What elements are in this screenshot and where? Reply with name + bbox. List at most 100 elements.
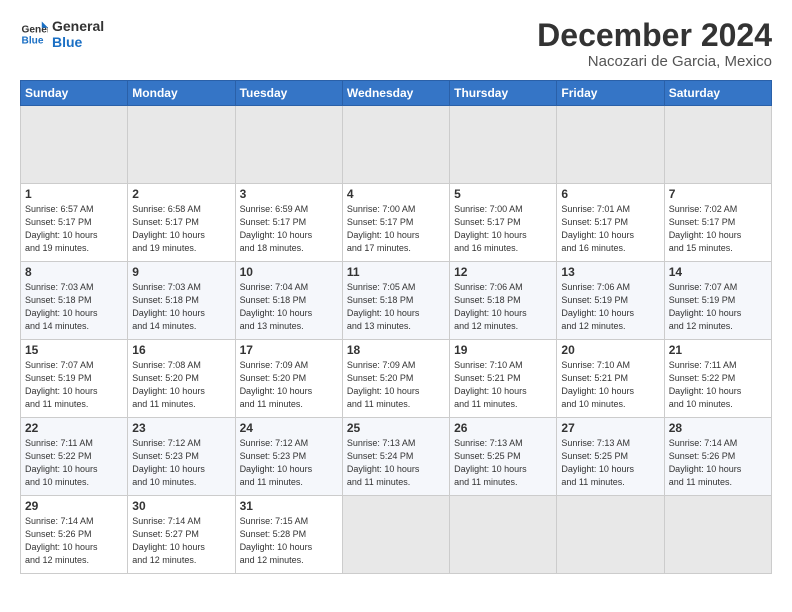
calendar-week-4: 22Sunrise: 7:11 AM Sunset: 5:22 PM Dayli…	[21, 418, 772, 496]
day-info: Sunrise: 7:09 AM Sunset: 5:20 PM Dayligh…	[347, 359, 445, 411]
day-info: Sunrise: 7:14 AM Sunset: 5:26 PM Dayligh…	[25, 515, 123, 567]
calendar-cell	[128, 106, 235, 184]
calendar-cell	[450, 496, 557, 574]
day-number: 13	[561, 265, 659, 279]
day-number: 27	[561, 421, 659, 435]
col-header-wednesday: Wednesday	[342, 81, 449, 106]
calendar-cell: 18 Sunrise: 7:09 AM Sunset: 5:20 PM Dayli…	[342, 340, 449, 418]
calendar-cell: 20 Sunrise: 7:10 AM Sunset: 5:21 PM Dayli…	[557, 340, 664, 418]
calendar-cell: 5 Sunrise: 7:00 AM Sunset: 5:17 PM Daylig…	[450, 184, 557, 262]
day-number: 29	[25, 499, 123, 513]
calendar-cell: 21Sunrise: 7:11 AM Sunset: 5:22 PM Dayli…	[664, 340, 771, 418]
calendar-cell: 6 Sunrise: 7:01 AM Sunset: 5:17 PM Daylig…	[557, 184, 664, 262]
calendar-cell: 31Sunrise: 7:15 AM Sunset: 5:28 PM Dayli…	[235, 496, 342, 574]
col-header-tuesday: Tuesday	[235, 81, 342, 106]
day-info: Sunrise: 7:02 AM Sunset: 5:17 PM Dayligh…	[669, 203, 767, 255]
day-number: 1	[25, 187, 123, 201]
day-info: Sunrise: 7:14 AM Sunset: 5:27 PM Dayligh…	[132, 515, 230, 567]
day-number: 14	[669, 265, 767, 279]
day-number: 26	[454, 421, 552, 435]
day-number: 16	[132, 343, 230, 357]
calendar-cell: 1Sunrise: 6:57 AM Sunset: 5:17 PM Daylig…	[21, 184, 128, 262]
day-number: 3	[240, 187, 338, 201]
day-info: Sunrise: 7:06 AM Sunset: 5:18 PM Dayligh…	[454, 281, 552, 333]
calendar-cell	[664, 496, 771, 574]
calendar-cell: 14Sunrise: 7:07 AM Sunset: 5:19 PM Dayli…	[664, 262, 771, 340]
calendar-week-0	[21, 106, 772, 184]
calendar-cell: 13 Sunrise: 7:06 AM Sunset: 5:19 PM Dayli…	[557, 262, 664, 340]
col-header-friday: Friday	[557, 81, 664, 106]
calendar-cell	[664, 106, 771, 184]
calendar-cell: 8Sunrise: 7:03 AM Sunset: 5:18 PM Daylig…	[21, 262, 128, 340]
calendar-cell: 3Sunrise: 6:59 AM Sunset: 5:17 PM Daylig…	[235, 184, 342, 262]
day-number: 23	[132, 421, 230, 435]
calendar-subtitle: Nacozari de Garcia, Mexico	[537, 53, 772, 70]
calendar-cell	[235, 106, 342, 184]
day-info: Sunrise: 7:10 AM Sunset: 5:21 PM Dayligh…	[561, 359, 659, 411]
day-number: 28	[669, 421, 767, 435]
day-number: 30	[132, 499, 230, 513]
calendar-cell: 30 Sunrise: 7:14 AM Sunset: 5:27 PM Dayli…	[128, 496, 235, 574]
day-info: Sunrise: 7:10 AM Sunset: 5:21 PM Dayligh…	[454, 359, 552, 411]
day-info: Sunrise: 7:12 AM Sunset: 5:23 PM Dayligh…	[132, 437, 230, 489]
calendar-cell: 24Sunrise: 7:12 AM Sunset: 5:23 PM Dayli…	[235, 418, 342, 496]
day-info: Sunrise: 7:11 AM Sunset: 5:22 PM Dayligh…	[25, 437, 123, 489]
calendar-title: December 2024	[537, 18, 772, 53]
calendar-cell: 10Sunrise: 7:04 AM Sunset: 5:18 PM Dayli…	[235, 262, 342, 340]
day-info: Sunrise: 6:58 AM Sunset: 5:17 PM Dayligh…	[132, 203, 230, 255]
day-number: 24	[240, 421, 338, 435]
day-number: 12	[454, 265, 552, 279]
day-number: 20	[561, 343, 659, 357]
calendar-cell: 23 Sunrise: 7:12 AM Sunset: 5:23 PM Dayli…	[128, 418, 235, 496]
day-number: 8	[25, 265, 123, 279]
day-number: 6	[561, 187, 659, 201]
header-row: SundayMondayTuesdayWednesdayThursdayFrid…	[21, 81, 772, 106]
calendar-cell: 4 Sunrise: 7:00 AM Sunset: 5:17 PM Daylig…	[342, 184, 449, 262]
day-info: Sunrise: 7:03 AM Sunset: 5:18 PM Dayligh…	[132, 281, 230, 333]
header: General Blue General Blue December 2024 …	[20, 18, 772, 70]
calendar-cell: 16Sunrise: 7:08 AM Sunset: 5:20 PM Dayli…	[128, 340, 235, 418]
calendar-cell: 2 Sunrise: 6:58 AM Sunset: 5:17 PM Daylig…	[128, 184, 235, 262]
day-number: 11	[347, 265, 445, 279]
calendar-cell: 7 Sunrise: 7:02 AM Sunset: 5:17 PM Daylig…	[664, 184, 771, 262]
day-number: 15	[25, 343, 123, 357]
calendar-cell	[557, 106, 664, 184]
svg-text:Blue: Blue	[22, 35, 44, 46]
calendar-week-3: 15 Sunrise: 7:07 AM Sunset: 5:19 PM Dayli…	[21, 340, 772, 418]
page-container: General Blue General Blue December 2024 …	[0, 0, 792, 584]
day-info: Sunrise: 7:09 AM Sunset: 5:20 PM Dayligh…	[240, 359, 338, 411]
col-header-monday: Monday	[128, 81, 235, 106]
day-info: Sunrise: 7:00 AM Sunset: 5:17 PM Dayligh…	[347, 203, 445, 255]
day-number: 10	[240, 265, 338, 279]
title-block: December 2024 Nacozari de Garcia, Mexico	[537, 18, 772, 70]
day-number: 2	[132, 187, 230, 201]
day-info: Sunrise: 7:01 AM Sunset: 5:17 PM Dayligh…	[561, 203, 659, 255]
calendar-cell: 17 Sunrise: 7:09 AM Sunset: 5:20 PM Dayli…	[235, 340, 342, 418]
calendar-cell: 28Sunrise: 7:14 AM Sunset: 5:26 PM Dayli…	[664, 418, 771, 496]
calendar-cell: 27 Sunrise: 7:13 AM Sunset: 5:25 PM Dayli…	[557, 418, 664, 496]
day-number: 9	[132, 265, 230, 279]
calendar-table: SundayMondayTuesdayWednesdayThursdayFrid…	[20, 80, 772, 574]
day-number: 17	[240, 343, 338, 357]
calendar-cell	[342, 496, 449, 574]
day-number: 4	[347, 187, 445, 201]
logo-general: General	[52, 18, 104, 34]
day-number: 25	[347, 421, 445, 435]
calendar-cell: 19Sunrise: 7:10 AM Sunset: 5:21 PM Dayli…	[450, 340, 557, 418]
day-info: Sunrise: 7:00 AM Sunset: 5:17 PM Dayligh…	[454, 203, 552, 255]
calendar-cell: 15 Sunrise: 7:07 AM Sunset: 5:19 PM Dayli…	[21, 340, 128, 418]
day-info: Sunrise: 7:13 AM Sunset: 5:25 PM Dayligh…	[561, 437, 659, 489]
day-info: Sunrise: 7:06 AM Sunset: 5:19 PM Dayligh…	[561, 281, 659, 333]
day-number: 7	[669, 187, 767, 201]
calendar-cell	[342, 106, 449, 184]
calendar-cell: 12 Sunrise: 7:06 AM Sunset: 5:18 PM Dayli…	[450, 262, 557, 340]
col-header-saturday: Saturday	[664, 81, 771, 106]
logo-icon: General Blue	[20, 20, 48, 48]
calendar-cell: 22Sunrise: 7:11 AM Sunset: 5:22 PM Dayli…	[21, 418, 128, 496]
calendar-cell	[450, 106, 557, 184]
day-number: 18	[347, 343, 445, 357]
day-info: Sunrise: 7:15 AM Sunset: 5:28 PM Dayligh…	[240, 515, 338, 567]
calendar-cell: 25Sunrise: 7:13 AM Sunset: 5:24 PM Dayli…	[342, 418, 449, 496]
day-info: Sunrise: 7:07 AM Sunset: 5:19 PM Dayligh…	[25, 359, 123, 411]
day-number: 5	[454, 187, 552, 201]
